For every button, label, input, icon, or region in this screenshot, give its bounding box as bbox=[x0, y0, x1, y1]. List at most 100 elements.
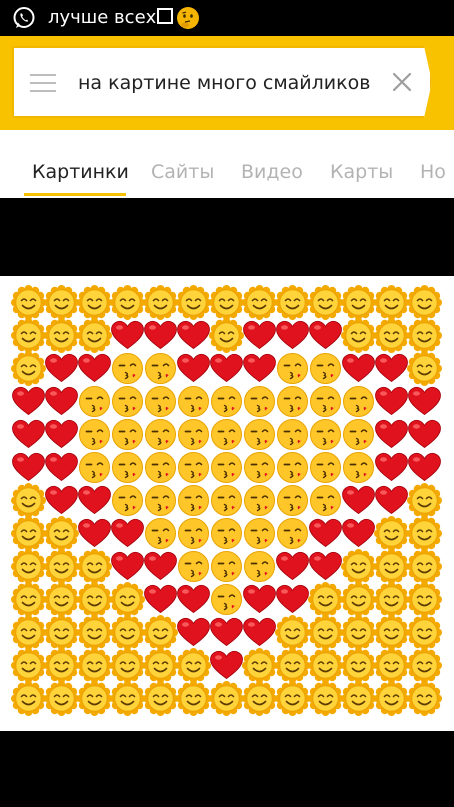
whatsapp-icon[interactable] bbox=[12, 6, 36, 30]
sun-smiley-icon bbox=[110, 615, 145, 650]
kissing-face-icon bbox=[343, 386, 374, 417]
chat-title: лучше всех bbox=[48, 7, 157, 28]
kissing-face-icon bbox=[145, 353, 176, 384]
sun-smiley-icon bbox=[11, 516, 46, 551]
tab-news-partial[interactable]: Но bbox=[420, 160, 446, 184]
sun-smiley-icon bbox=[77, 582, 112, 617]
kissing-face-icon bbox=[211, 584, 242, 615]
red-heart-icon bbox=[177, 353, 210, 382]
tab-maps[interactable]: Карты bbox=[330, 160, 393, 184]
red-heart-icon bbox=[408, 386, 441, 415]
kissing-face-icon bbox=[178, 485, 209, 516]
sun-smiley-icon bbox=[44, 318, 79, 353]
sun-smiley-icon bbox=[77, 549, 112, 584]
search-input[interactable]: на картине много смайликов bbox=[78, 68, 370, 98]
sun-smiley-icon bbox=[110, 681, 145, 716]
kissing-face-icon bbox=[79, 452, 110, 483]
sun-smiley-icon bbox=[77, 318, 112, 353]
sun-smiley-icon bbox=[374, 648, 409, 683]
kissing-face-icon bbox=[244, 551, 275, 582]
red-heart-icon bbox=[375, 386, 408, 415]
kissing-face-icon bbox=[277, 353, 308, 384]
kissing-face-icon bbox=[178, 419, 209, 450]
sun-smiley-icon bbox=[308, 615, 343, 650]
sun-smiley-icon bbox=[143, 615, 178, 650]
kissing-face-icon bbox=[211, 518, 242, 549]
sun-smiley-icon bbox=[44, 582, 79, 617]
kissing-face-icon bbox=[145, 419, 176, 450]
red-heart-icon bbox=[243, 584, 276, 613]
kissing-face-icon bbox=[211, 419, 242, 450]
red-heart-icon bbox=[210, 617, 243, 646]
tab-images[interactable]: Картинки bbox=[32, 160, 129, 184]
kissing-face-icon bbox=[178, 518, 209, 549]
kissing-face-icon bbox=[211, 452, 242, 483]
kissing-face-icon bbox=[112, 485, 143, 516]
red-heart-icon bbox=[375, 353, 408, 382]
red-heart-icon bbox=[12, 386, 45, 415]
red-heart-icon bbox=[408, 452, 441, 481]
kissing-face-icon bbox=[211, 551, 242, 582]
sun-smiley-icon bbox=[143, 681, 178, 716]
sun-smiley-icon bbox=[44, 285, 79, 320]
red-heart-icon bbox=[276, 584, 309, 613]
sun-smiley-icon bbox=[341, 285, 376, 320]
kissing-face-icon bbox=[178, 551, 209, 582]
image-viewer-top-background bbox=[0, 198, 454, 276]
red-heart-icon bbox=[78, 353, 111, 382]
sun-smiley-icon bbox=[374, 615, 409, 650]
sun-smiley-icon bbox=[110, 582, 145, 617]
red-heart-icon bbox=[144, 584, 177, 613]
sun-smiley-icon bbox=[341, 648, 376, 683]
kissing-face-icon bbox=[310, 452, 341, 483]
sun-smiley-icon bbox=[374, 285, 409, 320]
sun-smiley-icon bbox=[374, 516, 409, 551]
search-bar[interactable]: на картине много смайликов bbox=[12, 46, 432, 118]
sun-smiley-icon bbox=[407, 615, 442, 650]
red-heart-icon bbox=[210, 650, 243, 679]
tab-sites[interactable]: Сайты bbox=[151, 160, 214, 184]
sun-smiley-icon bbox=[110, 285, 145, 320]
sun-smiley-icon bbox=[374, 549, 409, 584]
close-icon[interactable] bbox=[390, 70, 414, 94]
red-heart-icon bbox=[342, 485, 375, 514]
kissing-face-icon bbox=[112, 452, 143, 483]
kissing-face-icon bbox=[343, 452, 374, 483]
red-heart-icon bbox=[276, 320, 309, 349]
red-heart-icon bbox=[375, 419, 408, 448]
sun-smiley-icon bbox=[407, 549, 442, 584]
tab-video[interactable]: Видео bbox=[241, 160, 303, 184]
sun-smiley-icon bbox=[242, 648, 277, 683]
sun-smiley-icon bbox=[242, 681, 277, 716]
red-heart-icon bbox=[243, 617, 276, 646]
sun-smiley-icon bbox=[374, 582, 409, 617]
sun-smiley-icon bbox=[374, 681, 409, 716]
sun-smiley-icon bbox=[44, 516, 79, 551]
sun-smiley-icon bbox=[407, 318, 442, 353]
sun-smiley-icon bbox=[275, 285, 310, 320]
red-heart-icon bbox=[309, 518, 342, 547]
kissing-face-icon bbox=[244, 485, 275, 516]
sun-smiley-icon bbox=[308, 582, 343, 617]
red-heart-icon bbox=[375, 485, 408, 514]
sun-smiley-icon bbox=[209, 285, 244, 320]
red-heart-icon bbox=[45, 353, 78, 382]
kissing-face-icon bbox=[277, 485, 308, 516]
sun-smiley-icon bbox=[407, 351, 442, 386]
kissing-face-icon bbox=[112, 419, 143, 450]
hamburger-menu-icon[interactable] bbox=[30, 74, 56, 94]
sun-smiley-icon bbox=[242, 285, 277, 320]
kissing-face-icon bbox=[145, 386, 176, 417]
sun-smiley-icon bbox=[341, 549, 376, 584]
sun-smiley-icon bbox=[11, 351, 46, 386]
emoji-mosaic-svg bbox=[11, 285, 442, 716]
red-heart-icon bbox=[177, 320, 210, 349]
sun-smiley-icon bbox=[341, 318, 376, 353]
sun-smiley-icon bbox=[308, 648, 343, 683]
red-heart-icon bbox=[78, 485, 111, 514]
red-heart-icon bbox=[276, 551, 309, 580]
sun-smiley-icon bbox=[407, 483, 442, 518]
result-image[interactable] bbox=[0, 276, 454, 731]
active-tab-indicator bbox=[24, 193, 126, 196]
red-heart-icon bbox=[45, 452, 78, 481]
